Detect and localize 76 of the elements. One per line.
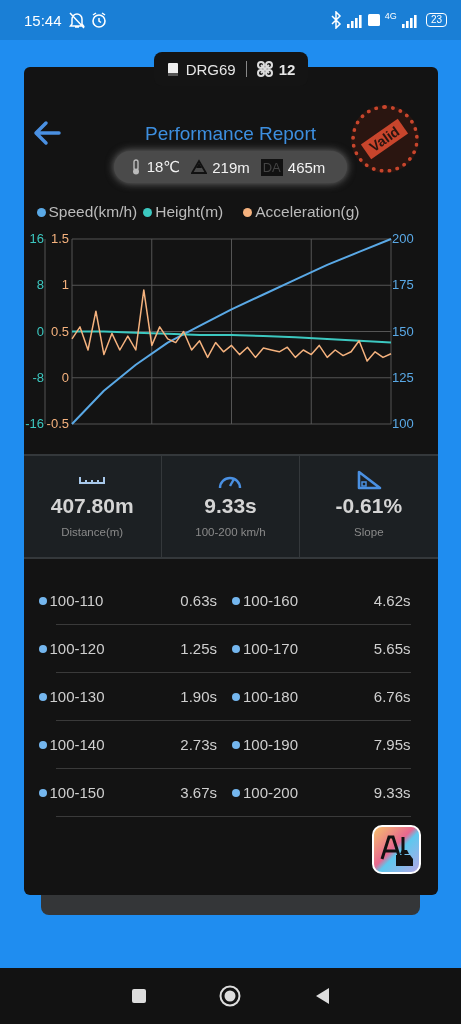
split-time: 1.25s [180, 640, 217, 657]
alarm-icon [89, 11, 108, 29]
split-time: 3.67s [180, 784, 217, 801]
axis-tick-label: 1.5 [50, 231, 69, 246]
slope-icon [355, 470, 382, 490]
stat-label: Distance(m) [61, 526, 124, 538]
speed-range: 100-160 [243, 592, 300, 609]
ruler-icon [79, 476, 106, 484]
bullet-dot [38, 740, 47, 749]
back-arrow-icon[interactable] [32, 119, 63, 147]
bullet-dot [232, 596, 240, 605]
speed-range: 100-130 [49, 688, 106, 705]
speed-range: 100-110 [49, 592, 105, 609]
speed-range: 100-150 [49, 784, 106, 801]
condition-value: 465m [287, 158, 326, 176]
speed-range: 100-170 [243, 640, 300, 657]
legend-label: Speed(km/h) [48, 203, 138, 221]
split-time: 2.73s [180, 736, 217, 753]
bullet-dot [232, 740, 240, 749]
speed-range: 100-190 [243, 736, 300, 753]
bullet-dot [38, 788, 47, 797]
condition-value: 219m [212, 158, 250, 176]
axis-tick-label: -16 [24, 416, 44, 431]
axis-tick-label: 125 [391, 369, 414, 385]
bullet-dot [38, 596, 47, 605]
stat-value: -0.61% [335, 494, 403, 518]
bullet-dot [38, 692, 47, 701]
plate-number: DRG69 [185, 60, 236, 78]
ai-car-button-icon[interactable] [371, 825, 421, 874]
stat-label: Slope [354, 526, 384, 538]
bullet-dot [232, 788, 240, 797]
axis-tick-label: 0 [36, 323, 44, 339]
device-icon [165, 61, 180, 77]
split-time: 0.63s [180, 592, 217, 609]
home-icon[interactable] [219, 985, 242, 1007]
clock-time: 15:44 [24, 11, 62, 29]
bullet-dot [232, 644, 240, 653]
speed-range: 100-180 [243, 688, 300, 705]
axis-tick-label: 200 [391, 231, 414, 246]
split-time: 7.95s [373, 736, 411, 753]
speed-range: 100-120 [49, 640, 106, 657]
axis-tick-label: 100 [391, 416, 414, 431]
muted-bell-icon [67, 11, 86, 29]
axis-tick-label: -0.5 [46, 416, 69, 431]
axis-tick-label: 16 [29, 231, 44, 246]
speed-range: 100-140 [49, 736, 106, 753]
signal-icon [345, 12, 363, 28]
legend-label: Acceleration(g) [255, 203, 360, 221]
mountain-icon [191, 159, 208, 175]
satellite-count: 12 [278, 60, 296, 78]
split-time: 5.65s [373, 640, 411, 657]
axis-tick-label: 8 [36, 277, 44, 293]
stat-value: 407.80m [50, 494, 134, 518]
satellite-icon [256, 61, 273, 77]
split-time: 4.62s [373, 592, 411, 609]
legend-label: Height(m) [155, 203, 224, 221]
stat-value: 9.33s [204, 494, 257, 518]
stat-label: 100-200 km/h [195, 526, 266, 538]
signal-icon [400, 12, 418, 28]
network-type: 4G [384, 11, 397, 21]
split-time: 1.90s [180, 688, 217, 705]
axis-tick-label: 0 [61, 369, 69, 385]
axis-tick-label: 150 [391, 323, 414, 339]
condition-value: 18℃ [146, 158, 181, 176]
page-title: Performance Report [144, 123, 317, 145]
recents-icon[interactable] [131, 988, 148, 1004]
battery-indicator: 23 [425, 13, 447, 27]
split-time: 9.33s [373, 784, 411, 801]
split-time: 6.76s [373, 688, 411, 705]
axis-tick-label: -8 [31, 369, 44, 385]
axis-tick-label: 0.5 [50, 323, 69, 339]
axis-tick-label: 1 [61, 277, 69, 293]
bullet-dot [232, 692, 240, 701]
axis-tick-label: 175 [391, 277, 414, 293]
bullet-dot [38, 644, 47, 653]
speed-range: 100-200 [243, 784, 300, 801]
